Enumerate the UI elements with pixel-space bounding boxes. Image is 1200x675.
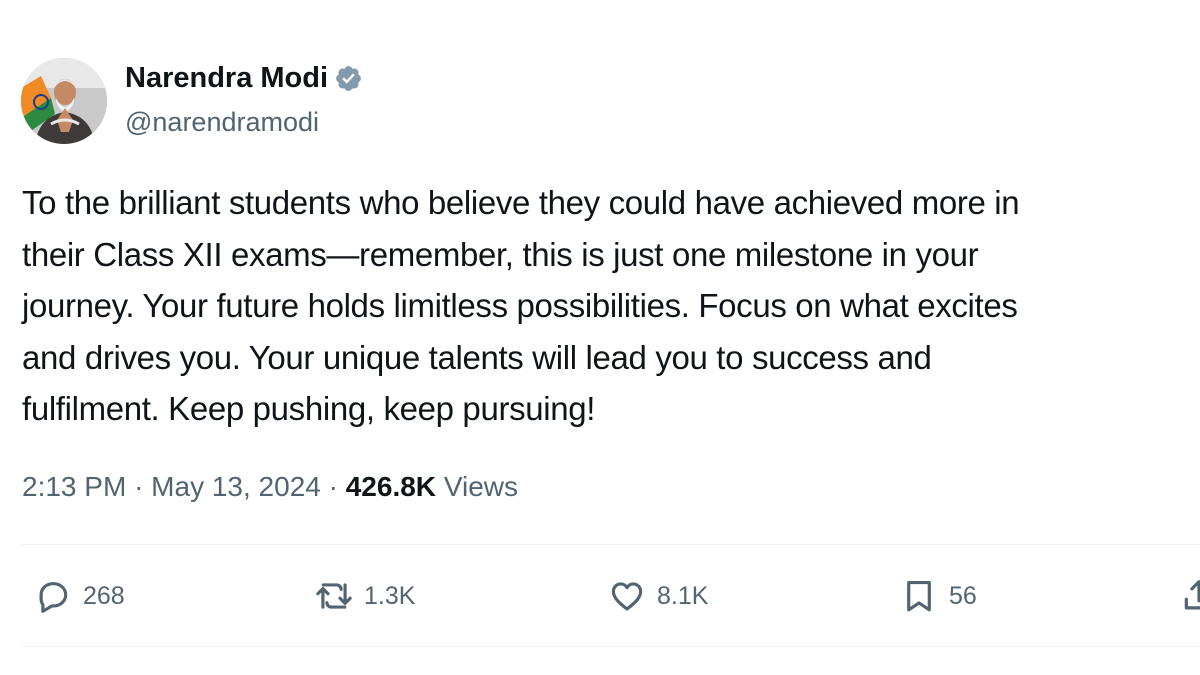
verified-badge-icon <box>336 65 361 91</box>
meta-separator: · <box>134 471 144 502</box>
tweet-text-line: journey. Your future holds limitless pos… <box>22 287 1018 324</box>
meta-separator: · <box>328 471 338 502</box>
bookmark-icon <box>907 580 931 612</box>
repost-arrows-icon <box>316 583 352 609</box>
share-icon <box>1184 580 1200 610</box>
tweet-text-line: and drives you. Your unique talents will… <box>22 338 932 376</box>
reply-count: 268 <box>83 581 125 610</box>
heart-icon <box>611 582 643 611</box>
like-button[interactable]: 8.1K <box>608 575 708 617</box>
tweet-date[interactable]: May 13, 2024 <box>151 471 321 502</box>
views-count: 426.8K <box>345 471 437 502</box>
share-button[interactable] <box>1180 575 1200 617</box>
author-avatar[interactable] <box>21 58 107 144</box>
like-count: 8.1K <box>657 581 709 610</box>
author-display-name[interactable]: Narendra Modi <box>125 61 363 95</box>
tweet-meta: 2:13 PM · May 13, 2024 · 426.8K Views <box>22 470 518 504</box>
tweet-text-line: their Class XII exams—remember, this is … <box>22 235 979 273</box>
display-name-text: Narendra Modi <box>125 62 329 94</box>
reply-button[interactable]: 268 <box>34 575 125 617</box>
tweet-time[interactable]: 2:13 PM <box>22 471 126 502</box>
tweet-text: To the brilliant students who believe th… <box>22 177 1200 435</box>
speech-bubble-icon <box>39 582 68 613</box>
repost-count: 1.3K <box>364 581 416 610</box>
author-handle[interactable]: @narendramodi <box>125 106 319 138</box>
bookmark-button[interactable]: 56 <box>900 575 977 617</box>
bookmark-count: 56 <box>949 581 977 610</box>
tweet-text-line: fulfilment. Keep pushing, keep pursuing! <box>22 390 596 427</box>
avatar-image <box>21 58 107 144</box>
divider <box>22 544 1200 545</box>
divider <box>22 646 1200 647</box>
views-label: Views <box>443 471 518 502</box>
repost-button[interactable]: 1.3K <box>315 575 415 617</box>
tweet-text-line: To the brilliant students who believe th… <box>22 184 1020 221</box>
